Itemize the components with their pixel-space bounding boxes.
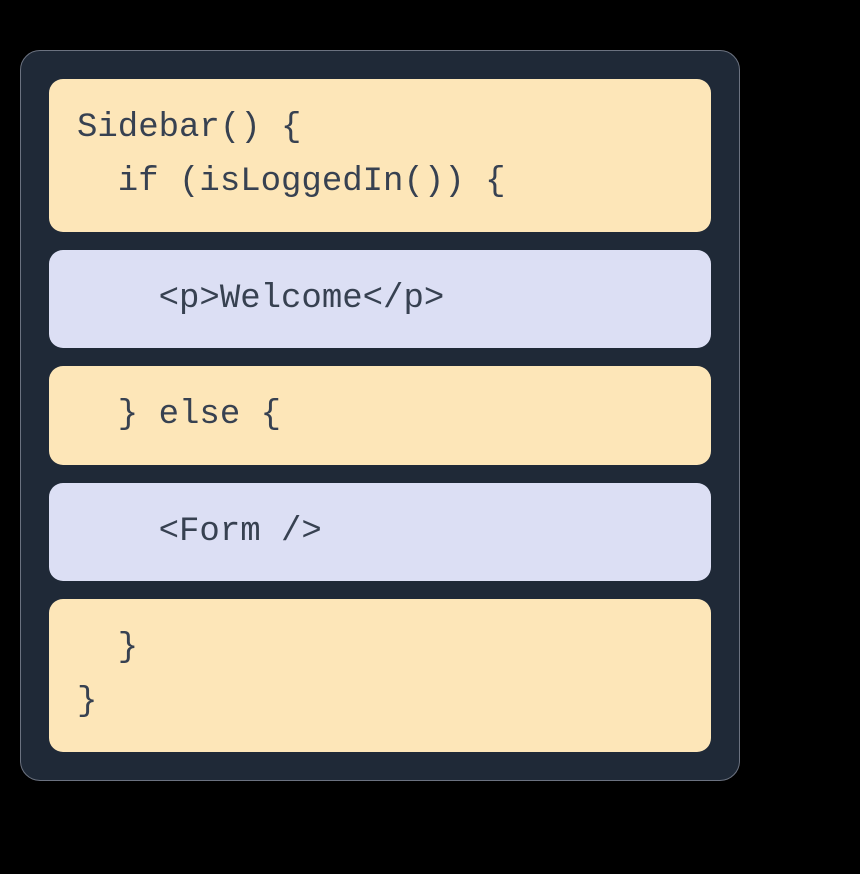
code-line: <Form /> [77,513,322,551]
code-line: Sidebar() { [77,109,301,147]
code-block-function-close: } } [49,599,711,752]
code-line: if (isLoggedIn()) { [77,163,505,201]
code-block-welcome-jsx: <p>Welcome</p> [49,250,711,348]
code-block-function-open: Sidebar() { if (isLoggedIn()) { [49,79,711,232]
code-diagram-container: Sidebar() { if (isLoggedIn()) { <p>Welco… [20,50,740,781]
code-line: <p>Welcome</p> [77,280,444,318]
code-line: } [77,629,138,667]
code-line: } else { [77,396,281,434]
code-block-else: } else { [49,366,711,464]
code-line: } [77,683,97,721]
code-block-form-jsx: <Form /> [49,483,711,581]
